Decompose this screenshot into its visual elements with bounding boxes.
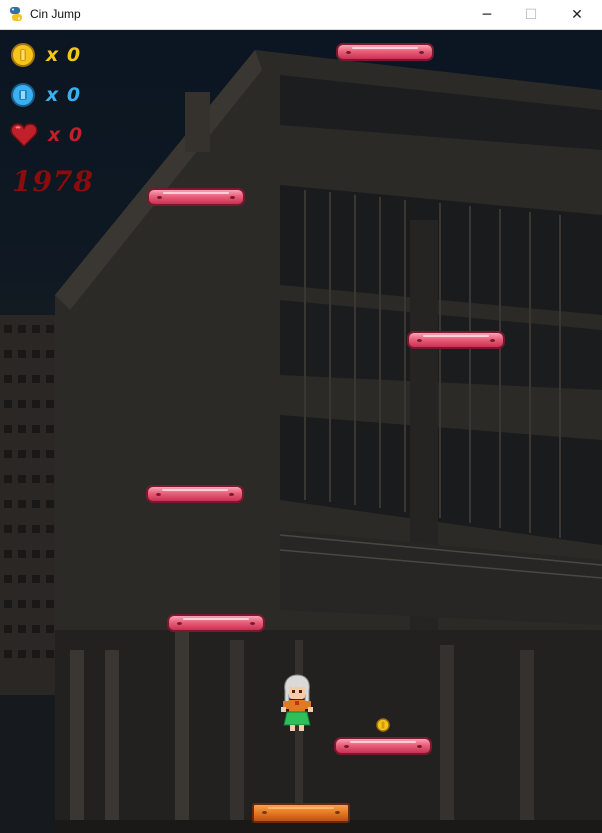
close-button[interactable]: ✕ bbox=[554, 0, 600, 30]
coin-count: x 0 bbox=[46, 44, 82, 66]
minimize-button[interactable]: ─ bbox=[464, 0, 510, 30]
lives-count: x 0 bbox=[48, 124, 84, 146]
hud-lives: x 0 bbox=[10, 120, 83, 150]
window-title: Cin Jump bbox=[30, 7, 81, 21]
platform bbox=[146, 485, 244, 503]
window-titlebar: Cin Jump ─ ☐ ✕ bbox=[0, 0, 602, 30]
platform bbox=[334, 737, 432, 755]
heart-icon bbox=[10, 123, 38, 148]
hud-gems: x 0 bbox=[10, 80, 81, 110]
hud-coins: x 0 bbox=[10, 40, 81, 70]
gold-coin-pickup-icon bbox=[376, 718, 390, 732]
ground-platform bbox=[252, 803, 350, 823]
gem-count: x 0 bbox=[46, 84, 82, 106]
blue-gem-icon bbox=[11, 83, 35, 107]
player-character-sprite bbox=[281, 674, 313, 731]
gold-coin-icon bbox=[11, 43, 35, 67]
platform bbox=[407, 331, 505, 349]
platform bbox=[336, 43, 434, 61]
score-display: 1978 bbox=[12, 165, 94, 198]
game-canvas[interactable]: x 0 x 0 x 0 1978 bbox=[0, 30, 602, 833]
platform bbox=[167, 614, 265, 632]
maximize-button[interactable]: ☐ bbox=[508, 0, 554, 30]
platform bbox=[147, 188, 245, 206]
python-icon bbox=[10, 7, 22, 21]
